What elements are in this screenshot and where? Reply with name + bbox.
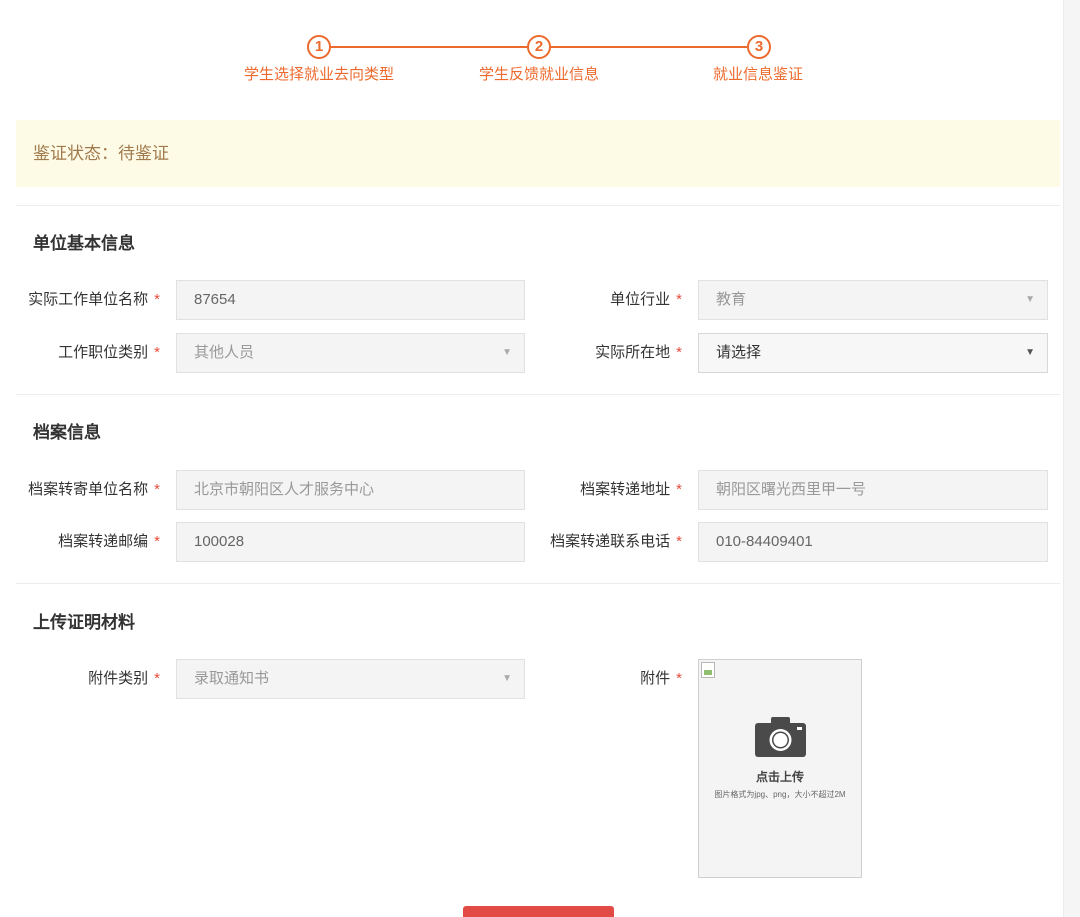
verification-status: 鉴证状态：待鉴证	[16, 120, 1060, 187]
section-title-archive: 档案信息	[33, 423, 101, 442]
chevron-down-icon: ▼	[502, 347, 512, 358]
location-select[interactable]: 请选择 ▼	[698, 333, 1048, 373]
required-mark: *	[676, 481, 682, 498]
industry-value: 教育	[716, 291, 747, 308]
company-name-field[interactable]: 87654	[176, 280, 525, 320]
step-connector-1	[330, 46, 527, 48]
archive-postcode-input[interactable]: 100028	[176, 522, 525, 562]
broken-image-icon	[701, 662, 715, 678]
position-type-value: 其他人员	[194, 344, 255, 361]
upload-hint: 图片格式为jpg、png，大小不超过2M	[714, 790, 846, 799]
scrollbar-track[interactable]	[1063, 0, 1080, 917]
required-mark: *	[676, 344, 682, 361]
location-value: 请选择	[716, 344, 762, 361]
required-mark: *	[154, 670, 160, 687]
company-name-label: 实际工作单位名称 *	[28, 291, 160, 308]
step-1-label: 学生选择就业去向类型	[243, 66, 395, 83]
step-1-number: 1	[307, 35, 331, 59]
chevron-down-icon: ▼	[1025, 347, 1035, 358]
camera-icon	[755, 717, 806, 757]
required-mark: *	[676, 670, 682, 687]
archive-address-label: 档案转递地址 *	[580, 481, 682, 498]
chevron-down-icon: ▼	[1025, 294, 1035, 305]
required-mark: *	[154, 481, 160, 498]
divider	[16, 205, 1060, 206]
archive-recipient-input[interactable]: 北京市朝阳区人才服务中心	[176, 470, 525, 510]
section-title-upload: 上传证明材料	[33, 613, 135, 632]
step-3-label: 就业信息鉴证	[712, 66, 804, 83]
required-mark: *	[676, 291, 682, 308]
attachment-type-select[interactable]: 录取通知书 ▼	[176, 659, 525, 699]
archive-address-input[interactable]: 朝阳区曙光西里甲一号	[698, 470, 1048, 510]
industry-label: 单位行业 *	[610, 291, 682, 308]
step-2-label: 学生反馈就业信息	[478, 66, 600, 83]
location-label: 实际所在地 *	[595, 344, 682, 361]
chevron-down-icon: ▼	[502, 673, 512, 684]
divider	[16, 583, 1060, 584]
attachment-type-value: 录取通知书	[194, 670, 270, 687]
upload-dropzone[interactable]: 点击上传 图片格式为jpg、png，大小不超过2M	[698, 659, 862, 878]
archive-phone-label: 档案转递联系电话 *	[550, 533, 682, 550]
submit-button[interactable]	[463, 906, 614, 917]
section-title-unit: 单位基本信息	[33, 234, 135, 253]
required-mark: *	[154, 533, 160, 550]
attachment-type-label: 附件类别 *	[88, 670, 160, 687]
divider	[16, 394, 1060, 395]
step-connector-2	[551, 46, 747, 48]
step-3-number: 3	[747, 35, 771, 59]
position-type-select[interactable]: 其他人员 ▼	[176, 333, 525, 373]
attachment-label: 附件 *	[640, 670, 682, 687]
required-mark: *	[676, 533, 682, 550]
position-type-label: 工作职位类别 *	[58, 344, 160, 361]
step-2-number: 2	[527, 35, 551, 59]
industry-select[interactable]: 教育 ▼	[698, 280, 1048, 320]
required-mark: *	[154, 291, 160, 308]
upload-title: 点击上传	[755, 770, 804, 784]
archive-postcode-label: 档案转递邮编 *	[58, 533, 160, 550]
progress-stepper: 1 2 3 学生选择就业去向类型 学生反馈就业信息 就业信息鉴证	[0, 34, 1064, 94]
required-mark: *	[154, 344, 160, 361]
archive-phone-input[interactable]: 010-84409401	[698, 522, 1048, 562]
archive-recipient-label: 档案转寄单位名称 *	[28, 481, 160, 498]
